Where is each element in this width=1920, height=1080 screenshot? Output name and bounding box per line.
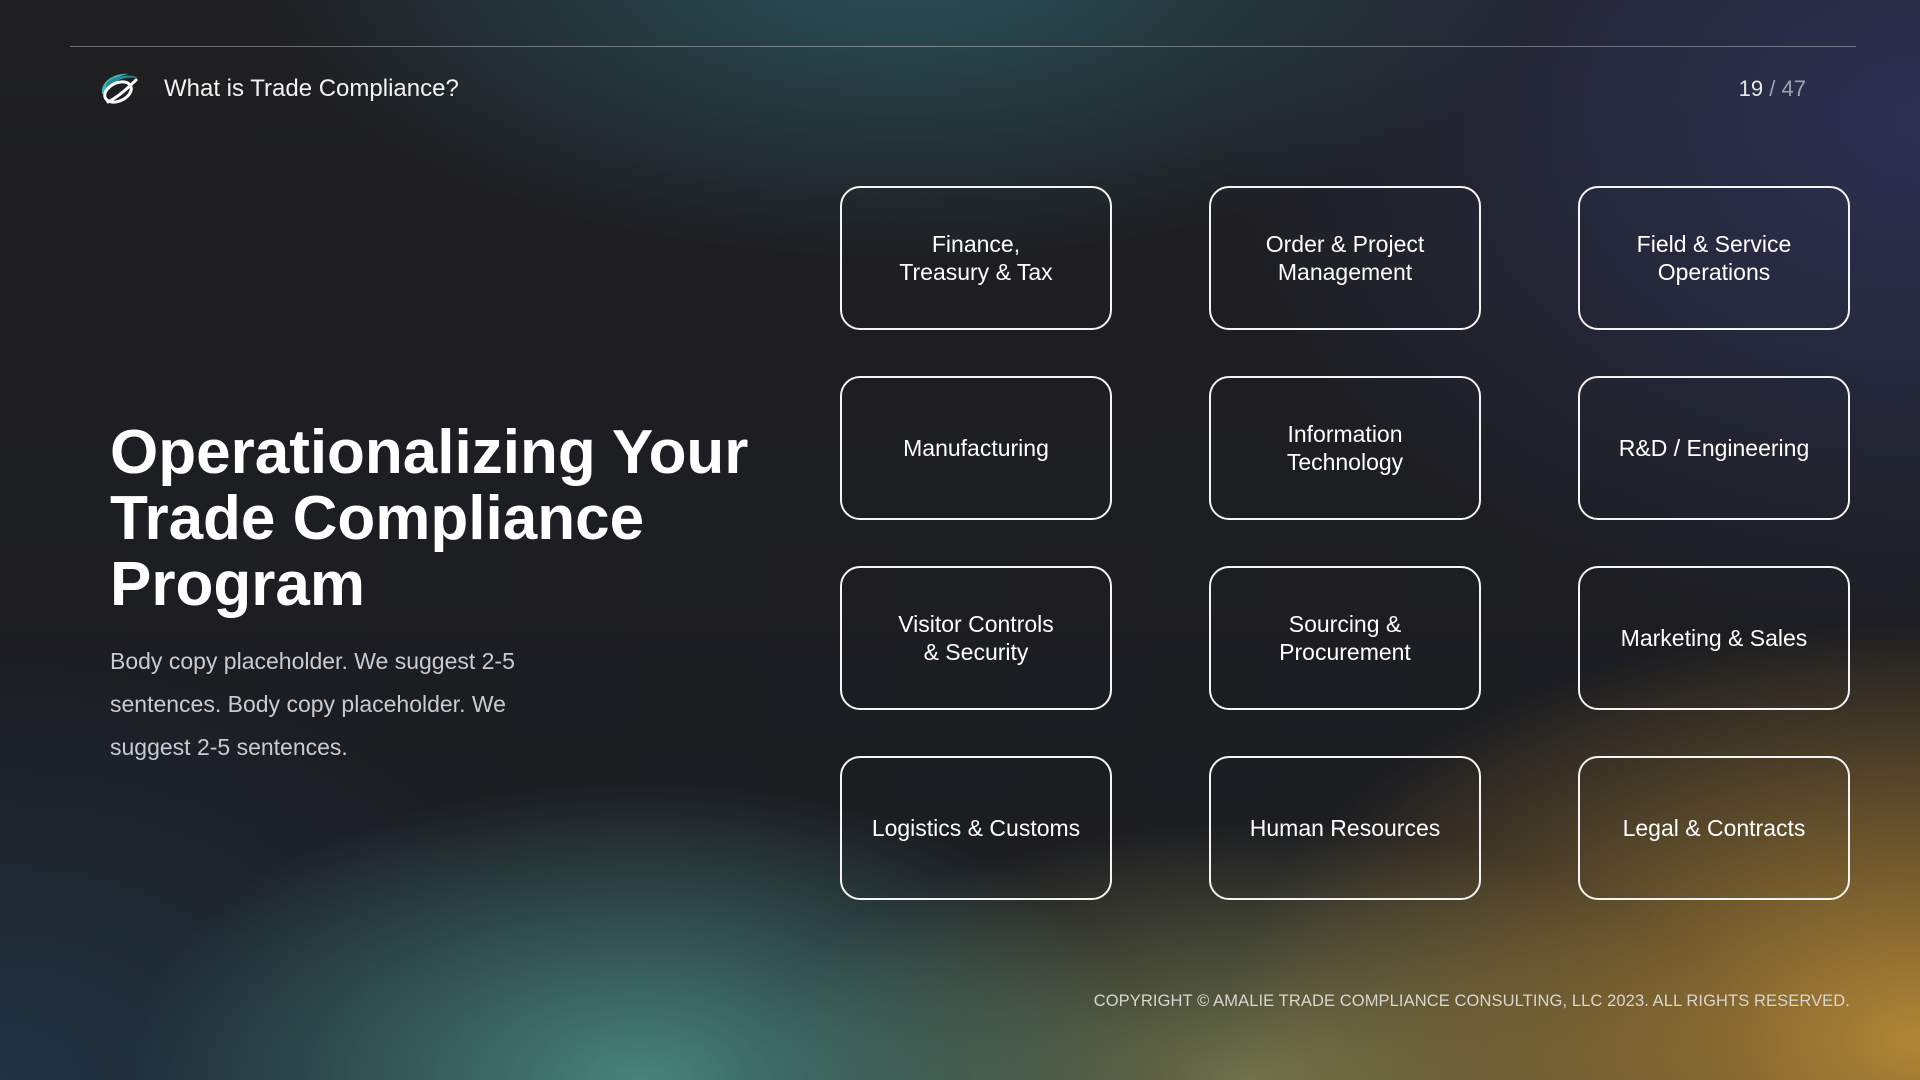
card-manufacturing[interactable]: Manufacturing — [840, 376, 1112, 520]
card-label: Legal & Contracts — [1622, 815, 1806, 841]
page-counter: 19 / 47 — [1739, 74, 1806, 104]
card-legal-contracts[interactable]: Legal & Contracts — [1578, 756, 1850, 900]
card-label: R&D / Engineering — [1618, 435, 1810, 461]
section-title: What is Trade Compliance? — [164, 75, 459, 102]
card-marketing-sales[interactable]: Marketing & Sales — [1578, 566, 1850, 710]
copyright-notice: COPYRIGHT © AMALIE TRADE COMPLIANCE CONS… — [1093, 992, 1850, 1010]
card-label: Human Resources — [1249, 815, 1441, 841]
department-grid: Finance, Treasury & Tax Order & Project … — [840, 186, 1852, 900]
card-label: Logistics & Customs — [871, 815, 1081, 841]
card-label: Marketing & Sales — [1620, 625, 1808, 651]
swoosh-logo-icon — [96, 68, 142, 108]
card-label: Sourcing & Procurement — [1279, 611, 1411, 665]
page-total: 47 — [1781, 76, 1806, 101]
card-label: Visitor Controls & Security — [898, 611, 1054, 665]
card-label: Manufacturing — [903, 435, 1049, 461]
card-human-resources[interactable]: Human Resources — [1209, 756, 1481, 900]
card-label: Information Technology — [1286, 421, 1404, 475]
card-rd-engineering[interactable]: R&D / Engineering — [1578, 376, 1850, 520]
card-label: Field & Service Operations — [1636, 231, 1792, 285]
page-separator: / — [1769, 76, 1776, 101]
card-visitor-controls-security[interactable]: Visitor Controls & Security — [840, 566, 1112, 710]
page-current: 19 — [1738, 76, 1764, 101]
card-sourcing-procurement[interactable]: Sourcing & Procurement — [1209, 566, 1481, 710]
card-order-project-management[interactable]: Order & Project Management — [1209, 186, 1481, 330]
card-label: Order & Project Management — [1265, 231, 1425, 285]
card-logistics-customs[interactable]: Logistics & Customs — [840, 756, 1112, 900]
card-label: Finance, Treasury & Tax — [899, 231, 1053, 285]
card-finance-treasury-tax[interactable]: Finance, Treasury & Tax — [840, 186, 1112, 330]
header-divider — [70, 46, 1856, 47]
card-information-technology[interactable]: Information Technology — [1209, 376, 1481, 520]
slide-title: Operationalizing Your Trade Compliance P… — [110, 418, 749, 619]
body-copy: Body copy placeholder. We suggest 2-5 se… — [110, 648, 515, 760]
card-field-service-operations[interactable]: Field & Service Operations — [1578, 186, 1850, 330]
